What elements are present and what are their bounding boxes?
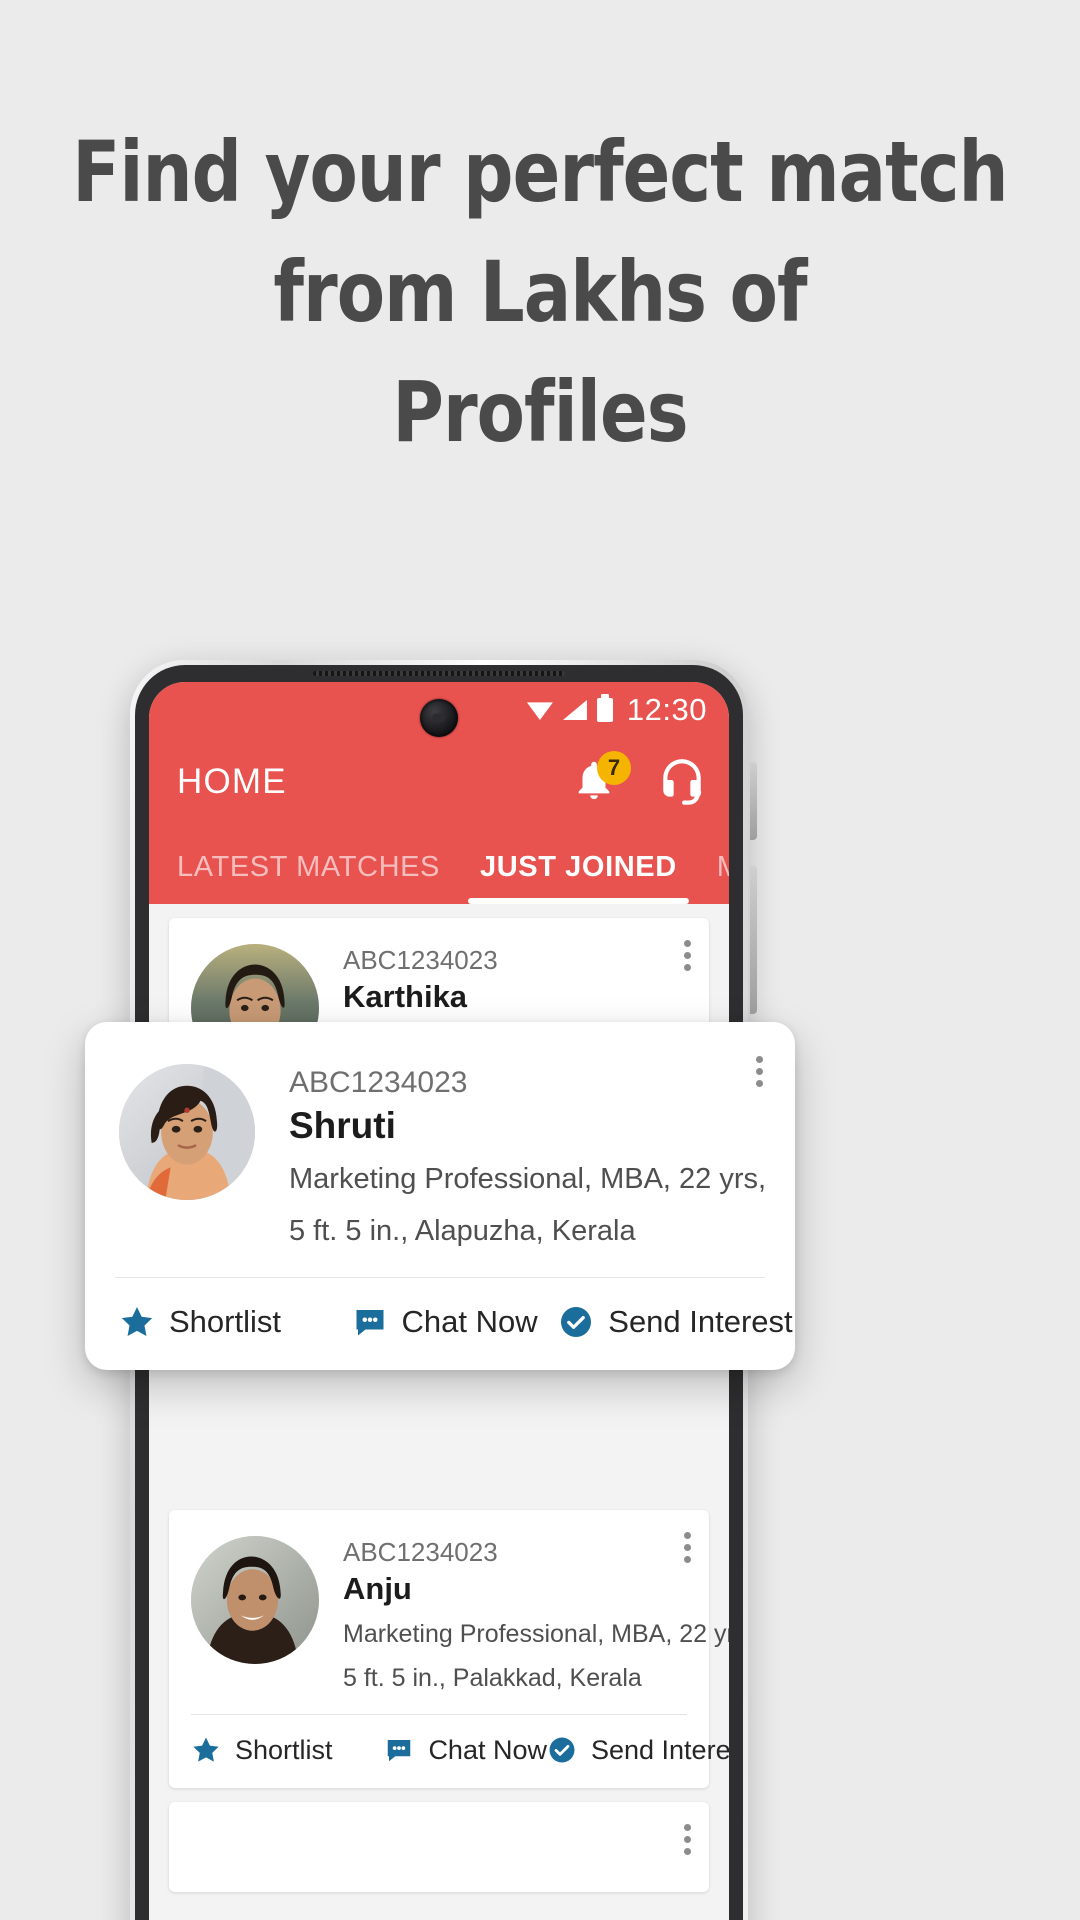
profile-overflow-menu-icon[interactable] bbox=[683, 1823, 691, 1855]
profile-overflow-menu-icon[interactable] bbox=[755, 1056, 763, 1087]
shortlist-button[interactable]: Shortlist bbox=[119, 1304, 352, 1340]
app-header-region: 12:30 HOME 7 LATEST MATCHES JUST JOINED bbox=[149, 682, 729, 904]
avatar bbox=[119, 1064, 255, 1200]
check-circle-icon bbox=[549, 1737, 575, 1763]
profile-id: ABC1234023 bbox=[289, 1066, 468, 1099]
front-camera-punch-hole bbox=[420, 699, 458, 737]
profile-overflow-menu-icon[interactable] bbox=[683, 940, 691, 971]
app-title: HOME bbox=[177, 762, 287, 801]
profile-line-1: Marketing Professional, MBA, 22 yrs, bbox=[289, 1162, 767, 1195]
avatar bbox=[191, 1535, 319, 1664]
profile-details: ABC1234023 Shruti Marketing Professional… bbox=[255, 1064, 767, 1251]
send-interest-button[interactable]: Send Interest bbox=[547, 1735, 729, 1766]
app-top-bar: HOME 7 bbox=[149, 738, 729, 826]
status-bar-icons bbox=[526, 698, 613, 722]
chat-icon bbox=[356, 1309, 384, 1336]
battery-icon bbox=[596, 698, 613, 722]
support-button[interactable] bbox=[657, 755, 707, 810]
headline-line-3: Profiles bbox=[392, 363, 688, 461]
tab-bar: LATEST MATCHES JUST JOINED MATCHES bbox=[149, 826, 729, 904]
star-icon bbox=[121, 1306, 153, 1336]
chat-now-label: Chat Now bbox=[428, 1734, 547, 1765]
chat-now-label: Chat Now bbox=[401, 1303, 538, 1339]
send-interest-label: Send Interest bbox=[608, 1303, 793, 1339]
signal-icon bbox=[562, 700, 587, 720]
profile-details: ABC1234023 Anju Marketing Professional, … bbox=[319, 1536, 729, 1696]
chat-now-button[interactable]: Chat Now bbox=[384, 1735, 547, 1766]
profile-id: ABC1234023 bbox=[343, 945, 498, 975]
wifi-icon bbox=[526, 702, 553, 720]
earpiece-speaker bbox=[313, 671, 565, 676]
profile-name: Karthika bbox=[343, 978, 468, 1014]
tab-latest-matches[interactable]: LATEST MATCHES bbox=[157, 851, 460, 904]
status-bar: 12:30 bbox=[149, 682, 729, 738]
chat-now-button[interactable]: Chat Now bbox=[352, 1304, 559, 1340]
profile-line-1: Marketing Professional, MBA, 22 yrs, bbox=[343, 1619, 729, 1648]
profile-name: Shruti bbox=[289, 1104, 396, 1146]
headline-line-2: from Lakhs of bbox=[273, 243, 807, 341]
send-interest-button[interactable]: Send Interest bbox=[558, 1303, 793, 1340]
shortlist-label: Shortlist bbox=[235, 1734, 333, 1765]
profile-name: Anju bbox=[343, 1570, 412, 1606]
profile-line-2: 5 ft. 5 in., Alapuzha, Kerala bbox=[289, 1214, 636, 1247]
profile-line-2: 5 ft. 5 in., Palakkad, Kerala bbox=[343, 1664, 642, 1693]
profile-id: ABC1234023 bbox=[343, 1536, 498, 1567]
profile-overflow-menu-icon[interactable] bbox=[683, 1531, 691, 1563]
tab-matches[interactable]: MATCHES bbox=[697, 851, 729, 904]
phone-power-button[interactable] bbox=[750, 866, 757, 1014]
notification-badge: 7 bbox=[597, 751, 631, 785]
shortlist-button[interactable]: Shortlist bbox=[191, 1735, 384, 1766]
send-interest-label: Send Interest bbox=[590, 1734, 729, 1765]
headline-line-1: Find your perfect match bbox=[72, 123, 1008, 221]
chat-icon bbox=[388, 1740, 411, 1762]
profile-summary: ABC1234023 Shruti Marketing Professional… bbox=[85, 1022, 795, 1277]
star-icon bbox=[193, 1737, 219, 1762]
phone-volume-button[interactable] bbox=[750, 762, 757, 840]
page-title: Find your perfect match from Lakhs of Pr… bbox=[38, 112, 1042, 472]
status-bar-clock: 12:30 bbox=[626, 692, 707, 727]
screenshot-root: Find your perfect match from Lakhs of Pr… bbox=[0, 0, 1080, 1920]
profile-card[interactable] bbox=[169, 1801, 709, 1892]
notifications-button[interactable]: 7 bbox=[571, 751, 631, 807]
tab-just-joined[interactable]: JUST JOINED bbox=[460, 851, 697, 904]
check-circle-icon bbox=[561, 1306, 592, 1337]
floating-profile-card[interactable]: ABC1234023 Shruti Marketing Professional… bbox=[85, 1022, 795, 1370]
shortlist-label: Shortlist bbox=[169, 1303, 281, 1339]
profile-actions: Shortlist Chat Now Send Interest bbox=[85, 1278, 795, 1370]
profile-actions: Shortlist Chat Now Send Interest bbox=[169, 1715, 729, 1788]
profile-summary: ABC1234023 Anju Marketing Professional, … bbox=[169, 1510, 729, 1714]
profile-card[interactable]: ABC1234023 Anju Marketing Professional, … bbox=[169, 1509, 729, 1788]
app-top-bar-icons: 7 bbox=[571, 751, 707, 810]
headset-icon bbox=[663, 758, 702, 805]
